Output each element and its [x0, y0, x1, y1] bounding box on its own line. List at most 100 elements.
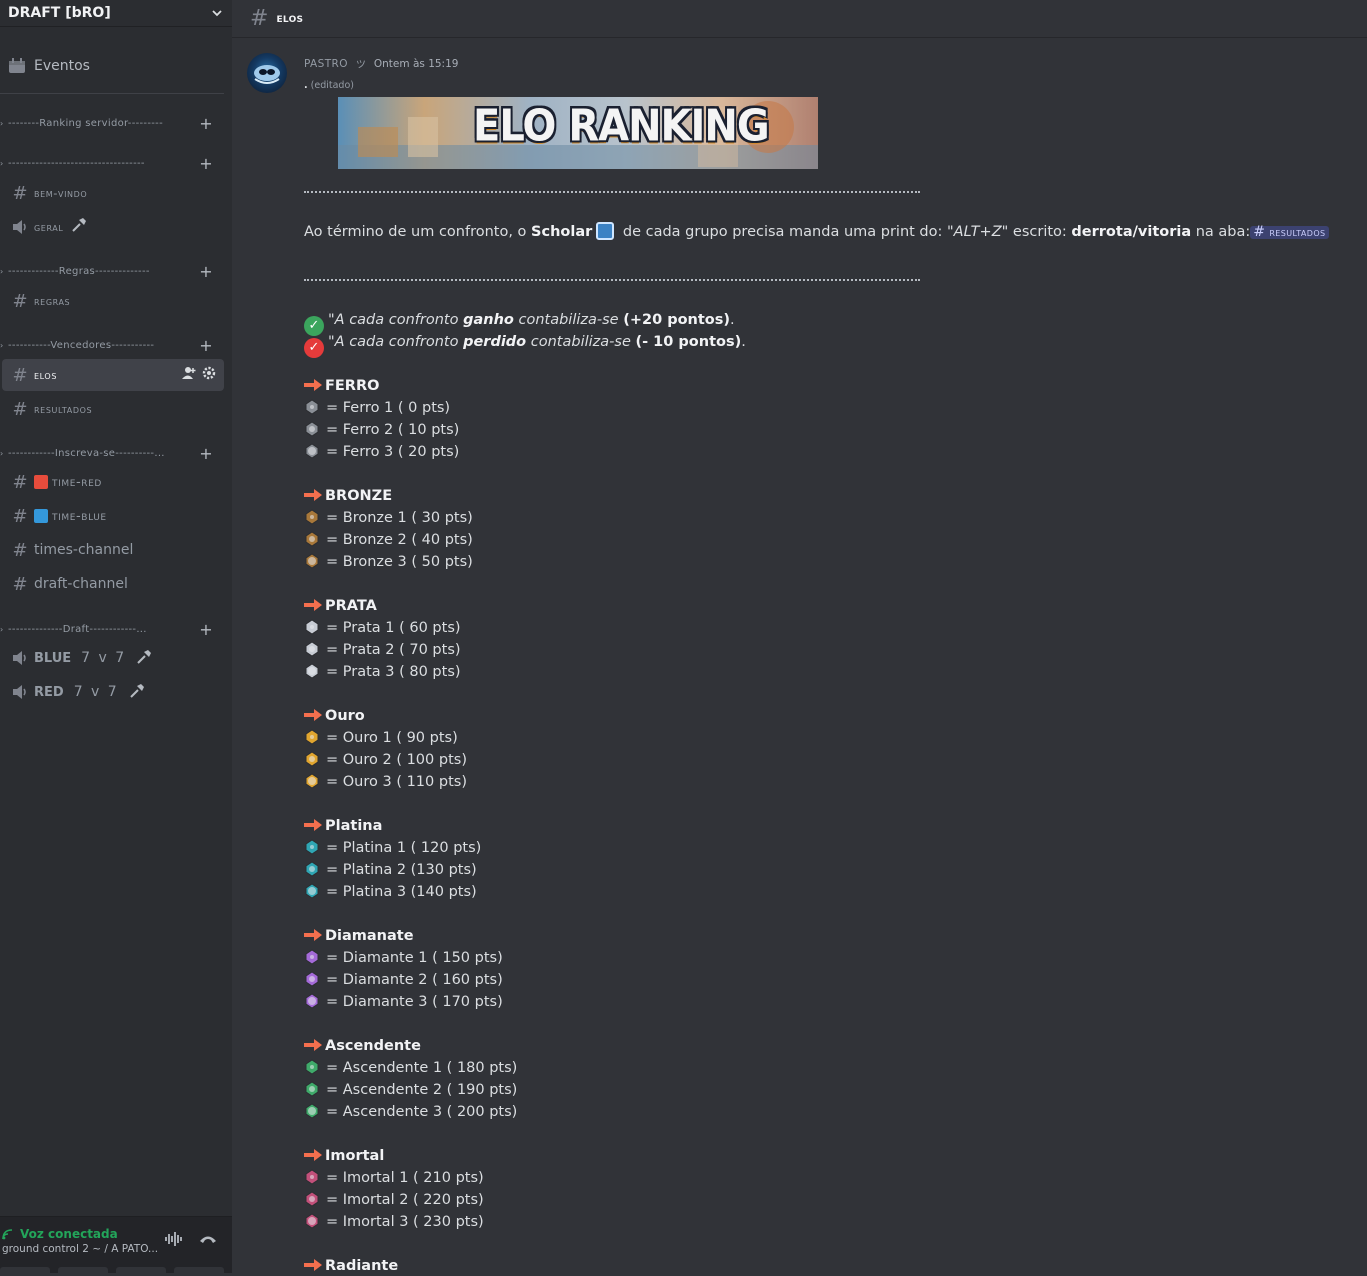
category-inscreva-se[interactable]: › ------------Inscreva-se----------... + — [0, 444, 224, 462]
channel-label: regras — [34, 294, 71, 308]
rule-text: "A cada confronto — [328, 312, 464, 328]
gear-icon[interactable] — [202, 366, 216, 384]
events-item[interactable]: Eventos — [8, 52, 224, 80]
server-name: DRAFT [bRO] — [8, 5, 111, 21]
server-header[interactable]: DRAFT [bRO] — [0, 0, 232, 26]
add-channel-icon[interactable]: + — [198, 154, 214, 172]
right-arrow-icon — [304, 599, 322, 611]
avatar[interactable] — [247, 53, 287, 93]
channel-time-blue[interactable]: # time-blue — [2, 500, 224, 532]
channel-draft-channel[interactable]: # draft-channel — [2, 568, 224, 600]
noise-suppression-icon[interactable] — [164, 1231, 184, 1251]
right-arrow-icon — [304, 709, 322, 721]
rank-label: = Diamante 2 ( 160 pts) — [326, 972, 503, 988]
rule-text: contabiliza-se — [513, 312, 624, 328]
voice-channel-path: ground control 2 ~ / A PATO... — [2, 1243, 159, 1255]
category-label: --------Ranking servidor--------- — [8, 117, 163, 129]
disconnect-icon[interactable] — [198, 1231, 218, 1251]
red-square-icon — [34, 475, 48, 489]
channel-elos[interactable]: # elos — [2, 359, 224, 391]
rank-badge-icon — [305, 773, 319, 789]
channel-label: draft-channel — [34, 576, 128, 592]
rank-label: = Prata 1 ( 60 pts) — [326, 620, 461, 636]
hash-thread-icon: # — [12, 573, 28, 595]
rank-label: = Ascendente 1 ( 180 pts) — [326, 1060, 518, 1076]
channel-geral[interactable]: geral — [2, 211, 224, 243]
rank-row: = Prata 3 ( 80 pts) — [304, 662, 461, 682]
tier-name: Ascendente — [325, 1038, 421, 1054]
voice-channel-blue[interactable]: BLUE 7 v 7 — [2, 642, 224, 674]
channel-resultados[interactable]: # resultados — [2, 393, 224, 425]
rank-badge-icon — [305, 949, 319, 965]
category-blank[interactable]: › ----------------------------------- + — [0, 154, 224, 172]
voice-connection-panel: Voz conectada ground control 2 ~ / A PAT… — [0, 1216, 232, 1273]
rank-label: = Ferro 1 ( 0 pts) — [326, 400, 451, 416]
add-channel-icon[interactable]: + — [198, 114, 214, 132]
speaker-icon — [10, 219, 30, 235]
rank-badge-icon — [305, 1059, 319, 1075]
rank-label: = Ouro 1 ( 90 pts) — [326, 730, 458, 746]
channel-bem-vindo[interactable]: # bem-vindo — [2, 177, 224, 209]
elo-ranking-banner[interactable]: ELO RANKING — [338, 97, 818, 169]
rank-row: = Platina 3 (140 pts) — [304, 882, 477, 902]
voice-count: 7 v 7 — [81, 650, 127, 666]
category-ranking-servidor[interactable]: › --------Ranking servidor--------- + — [0, 114, 224, 132]
category-vencedores[interactable]: › -----------Vencedores----------- + — [0, 336, 224, 354]
scholar-label: Scholar — [531, 224, 593, 240]
add-channel-icon[interactable]: + — [198, 620, 214, 638]
right-arrow-icon — [304, 1149, 322, 1161]
category-draft[interactable]: › --------------Draft------------... + — [0, 620, 224, 638]
tier-heading: FERRO — [304, 376, 379, 396]
category-label: --------------Draft------------... — [8, 623, 147, 635]
author-name[interactable]: PASTRO — [304, 58, 348, 70]
rank-label: = Platina 3 (140 pts) — [326, 884, 477, 900]
rank-row: = Ascendente 1 ( 180 pts) — [304, 1058, 517, 1078]
rank-row: = Ascendente 3 ( 200 pts) — [304, 1102, 517, 1122]
channel-label: bem-vindo — [34, 186, 88, 200]
add-channel-icon[interactable]: + — [198, 336, 214, 354]
rank-row: = Prata 1 ( 60 pts) — [304, 618, 461, 638]
rank-badge-icon — [305, 839, 319, 855]
add-member-icon[interactable] — [182, 366, 196, 384]
rank-badge-icon — [305, 993, 319, 1009]
tier-name: FERRO — [325, 378, 380, 394]
rank-badge-icon — [305, 421, 319, 437]
category-label: ----------------------------------- — [8, 157, 145, 169]
rank-badge-icon — [305, 509, 319, 525]
channel-header: # elos — [232, 0, 1367, 37]
derrota-vitoria-label: derrota/vitoria — [1071, 224, 1192, 240]
rank-badge-icon — [305, 1081, 319, 1097]
add-channel-icon[interactable]: + — [198, 444, 214, 462]
hash-icon: # — [12, 364, 28, 386]
category-regras[interactable]: › -------------Regras-------------- + — [0, 262, 224, 280]
chevron-icon: › — [0, 448, 4, 458]
voice-action-tabs — [0, 1267, 232, 1273]
check-red-icon: ✓ — [304, 338, 324, 358]
rank-row: = Ferro 1 ( 0 pts) — [304, 398, 450, 418]
voice-status[interactable]: Voz conectada — [2, 1227, 118, 1241]
channel-label: time-red — [52, 474, 102, 490]
timestamp: Ontem às 15:19 — [373, 57, 459, 70]
divider — [0, 93, 224, 94]
channel-time-red[interactable]: # time-red — [2, 466, 224, 498]
add-channel-icon[interactable]: + — [198, 262, 214, 280]
channel-times-channel[interactable]: # times-channel — [2, 534, 224, 566]
category-label: -------------Regras-------------- — [8, 265, 150, 277]
rule-text: . — [730, 312, 735, 328]
voice-channel-red[interactable]: RED 7 v 7 — [2, 676, 224, 708]
dotted-divider — [304, 189, 920, 193]
hash-icon: # — [12, 182, 28, 204]
tier-heading: Diamanate — [304, 926, 414, 946]
hammer-icon — [136, 649, 152, 668]
hammer-icon — [129, 683, 145, 702]
rule-loss: ✓ "A cada confronto perdido contabiliza-s… — [304, 332, 746, 358]
hash-thread-icon: # — [12, 539, 28, 561]
tier-name: Radiante — [325, 1258, 399, 1274]
rank-badge-icon — [305, 1169, 319, 1185]
right-arrow-icon — [304, 1259, 322, 1271]
channel-regras[interactable]: # regras — [2, 285, 224, 317]
hash-icon: # — [12, 398, 28, 420]
channel-mention-resultados[interactable]: # resultados — [1250, 224, 1329, 240]
right-arrow-icon — [304, 929, 322, 941]
rule-text: . — [741, 334, 746, 350]
